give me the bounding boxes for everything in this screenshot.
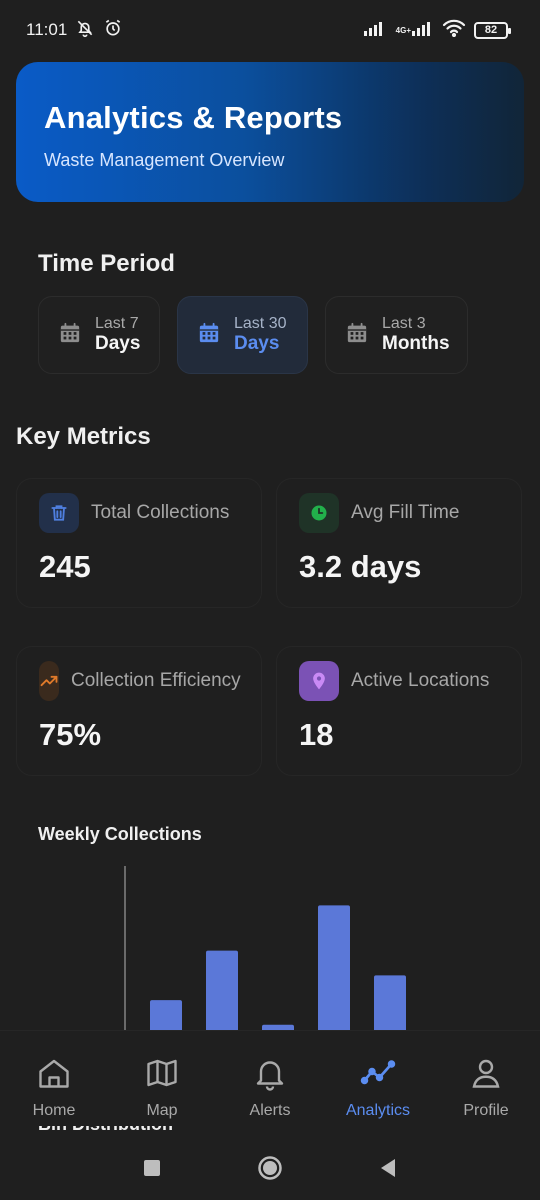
nav-item-home[interactable]: Home [0,1055,108,1120]
system-nav-bar [0,1140,540,1200]
clock-icon [299,493,339,533]
home-button[interactable] [257,1155,283,1186]
time-period-selector: Last 7 Days Last 30 Days Last 3 Months [38,296,468,374]
period-option-last-7-days[interactable]: Last 7 Days [38,296,160,374]
metric-value: 75% [39,717,102,752]
calendar-icon [346,322,368,349]
period-option-top-label: Last 7 [95,315,139,332]
nav-label: Analytics [345,1102,411,1119]
metric-value: 245 [39,549,91,584]
bell-icon [252,1055,288,1096]
nav-label: Alerts [249,1102,291,1119]
chart-bar [374,975,406,1032]
trash-icon [39,493,79,533]
time-period-title: Time Period [38,250,175,277]
chart-bar [150,1000,182,1032]
nav-item-analytics[interactable]: Analytics [324,1055,432,1120]
header-card: Analytics & Reports Waste Management Ove… [16,62,524,202]
map-icon [144,1055,180,1096]
metric-value: 3.2 days [299,549,422,584]
period-option-top-label: Last 3 [382,315,426,332]
metric-card-avg-fill-time[interactable]: Avg Fill Time 3.2 days [276,478,522,608]
chart-bar [318,905,350,1032]
page-title: Analytics & Reports [44,100,343,135]
alarm-icon [103,18,123,43]
weekly-collections-chart [124,866,406,1032]
nav-item-map[interactable]: Map [108,1055,216,1120]
calendar-icon [59,322,81,349]
home-icon [36,1055,72,1096]
wifi-icon [442,19,466,42]
battery-indicator: 82 [474,21,511,39]
metric-card-total-collections[interactable]: Total Collections 245 [16,478,262,608]
metric-label: Active Locations [351,670,490,691]
nav-item-profile[interactable]: Profile [432,1055,540,1120]
period-option-bottom-label: Months [382,333,450,355]
period-option-bottom-label: Days [95,333,141,355]
period-option-last-30-days[interactable]: Last 30 Days [177,296,308,374]
status-time: 11:01 [26,20,68,39]
nav-label: Home [32,1102,76,1119]
key-metrics-title: Key Metrics [16,423,151,450]
metric-label: Collection Efficiency [71,670,241,691]
metric-label: Avg Fill Time [351,502,460,523]
profile-icon [468,1055,504,1096]
bottom-nav: Home Map Alerts Analytics Profile [0,1030,540,1126]
network-type: 4G+ [395,25,411,35]
nav-label: Map [146,1102,178,1119]
nav-item-alerts[interactable]: Alerts [216,1055,324,1120]
metric-card-active-locations[interactable]: Active Locations 18 [276,646,522,776]
metric-card-collection-efficiency[interactable]: Collection Efficiency 75% [16,646,262,776]
page-subtitle: Waste Management Overview [44,150,285,170]
chart-bar [206,950,238,1032]
recent-apps-button[interactable] [143,1159,161,1182]
analytics-icon [360,1055,396,1096]
mute-notifications-icon [75,18,95,43]
calendar-icon [198,322,220,349]
nav-label: Profile [463,1102,509,1119]
period-option-bottom-label: Days [234,333,280,355]
weekly-collections-title: Weekly Collections [38,824,202,844]
signal-icon-secondary [412,20,434,41]
status-bar: 11:01 4G+ 82 [0,0,540,60]
period-option-last-3-months[interactable]: Last 3 Months [325,296,468,374]
trend-up-icon [39,661,59,701]
metric-label: Total Collections [91,502,230,523]
location-pin-icon [299,661,339,701]
metric-value: 18 [299,717,334,752]
back-button[interactable] [379,1158,397,1183]
signal-icon [363,20,388,41]
period-option-top-label: Last 30 [234,315,287,332]
